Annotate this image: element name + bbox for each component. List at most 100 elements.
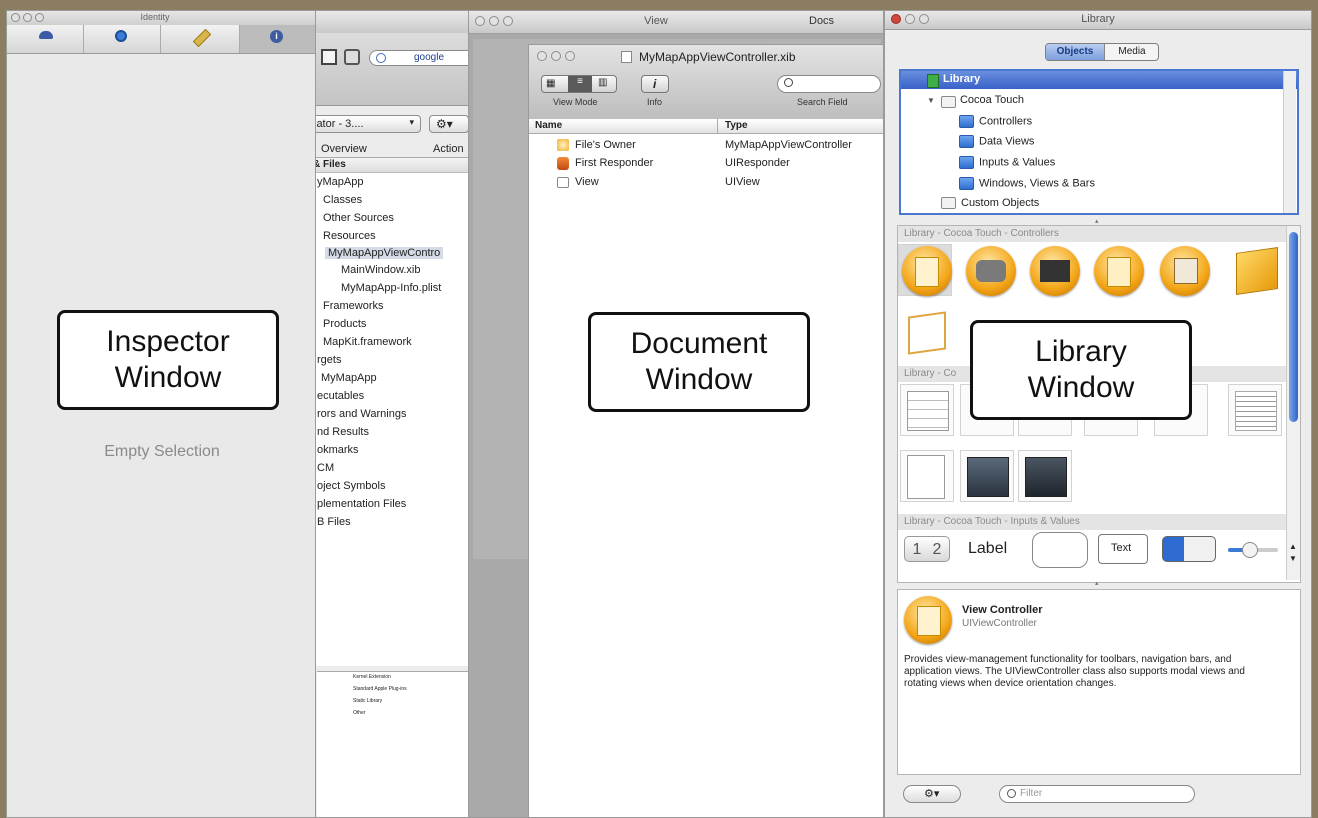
switch-sample[interactable]: [1162, 536, 1216, 562]
tree-item[interactable]: okmarks: [317, 444, 359, 456]
template-item[interactable]: Kernel Extension: [353, 674, 391, 680]
row-name: View: [575, 176, 599, 188]
table-row[interactable]: View UIView: [529, 175, 883, 193]
build-and-go-icon[interactable]: [344, 49, 360, 65]
docs-label[interactable]: Docs: [809, 15, 834, 27]
name-column-header[interactable]: Name: [535, 120, 562, 131]
close-icon[interactable]: [537, 51, 547, 61]
outline-item-label: Custom Objects: [961, 197, 1040, 209]
outline-item-label: Data Views: [979, 135, 1035, 148]
tab-media[interactable]: Media: [1104, 44, 1158, 60]
tree-item[interactable]: yMapApp: [317, 176, 363, 188]
info-button[interactable]: i: [641, 75, 669, 93]
icon-view-icon[interactable]: ▦: [546, 78, 555, 89]
minimize-icon[interactable]: [551, 51, 561, 61]
tree-item[interactable]: MyMapApp-Info.plist: [341, 282, 441, 294]
action-label: Action: [433, 143, 464, 155]
splitter-handle[interactable]: ▴: [1095, 217, 1099, 225]
row-type: MyMapAppViewController: [725, 139, 852, 151]
slider-sample[interactable]: [1228, 542, 1278, 558]
column-divider: [717, 119, 718, 133]
object-cube-icon[interactable]: [1236, 247, 1278, 295]
tree-item[interactable]: oject Symbols: [317, 480, 385, 492]
document-title: MyMapAppViewController.xib: [639, 50, 796, 64]
segment-two: 2: [932, 541, 942, 558]
type-column-header[interactable]: Type: [725, 120, 748, 131]
splitter-handle[interactable]: ▴: [1095, 579, 1099, 587]
view-mode-control[interactable]: ▦ ≡ ▥: [541, 75, 617, 93]
scroll-down-arrow[interactable]: ▼: [1289, 554, 1297, 563]
outline-item-label: Cocoa Touch: [959, 94, 1024, 106]
outline-item-custom-objects[interactable]: Custom Objects: [941, 197, 1040, 210]
tree-item[interactable]: Classes: [323, 194, 362, 206]
segmented-control-sample[interactable]: 1 2: [904, 536, 950, 562]
tree-item[interactable]: Resources: [323, 230, 376, 242]
library-filter-field[interactable]: Filter: [999, 785, 1195, 803]
text-view-tile[interactable]: [1228, 384, 1282, 436]
tree-item[interactable]: MainWindow.xib: [341, 264, 420, 276]
tree-item[interactable]: rgets: [317, 354, 341, 366]
list-view-icon[interactable]: ≡: [568, 76, 592, 92]
document-window-callout: Document Window: [588, 312, 810, 412]
tree-item[interactable]: nd Results: [317, 426, 369, 438]
text-field-sample[interactable]: Text: [1098, 534, 1148, 564]
tab-objects[interactable]: Objects: [1046, 44, 1104, 60]
tree-item[interactable]: plementation Files: [317, 498, 406, 510]
outline-item-data-views[interactable]: Data Views: [959, 135, 1034, 148]
overview-label: Overview: [321, 143, 367, 155]
round-rect-button-sample[interactable]: [1032, 532, 1088, 568]
document-search-field[interactable]: [777, 75, 881, 93]
outline-item-windows-views-bars[interactable]: Windows, Views & Bars: [959, 177, 1095, 190]
table-row[interactable]: File's Owner MyMapAppViewController: [529, 138, 883, 156]
library-book-icon: [927, 74, 939, 88]
outline-item-controllers[interactable]: Controllers: [959, 115, 1032, 128]
tree-item[interactable]: MyMapApp: [321, 372, 377, 384]
empty-selection-label: Empty Selection: [104, 443, 220, 460]
blue-folder-icon: [959, 135, 974, 148]
row-name: First Responder: [575, 157, 654, 169]
tree-item[interactable]: Frameworks: [323, 300, 384, 312]
column-view-icon[interactable]: ▥: [598, 77, 607, 88]
active-sdk-dropdown[interactable]: lator - 3.... ▾: [307, 115, 421, 133]
outline-scrollbar[interactable]: [1283, 71, 1296, 213]
action-menu-button[interactable]: ⚙▾: [429, 115, 469, 133]
build-icon[interactable]: [321, 49, 337, 65]
outline-item-inputs-values[interactable]: Inputs & Values: [959, 156, 1055, 169]
outline-item-cocoa-touch[interactable]: ▼ Cocoa Touch: [927, 94, 1024, 108]
objects-scrollbar[interactable]: ▲ ▼: [1286, 226, 1300, 580]
external-object-cube-icon[interactable]: [908, 311, 946, 355]
tree-item[interactable]: Products: [323, 318, 366, 330]
toolbar-tile[interactable]: [1018, 450, 1072, 502]
scroll-up-arrow[interactable]: ▲: [1289, 542, 1297, 551]
table-view-tile[interactable]: [900, 384, 954, 436]
navigation-bar-tile[interactable]: [960, 450, 1014, 502]
segment-one: 1: [912, 541, 922, 558]
template-item[interactable]: Standard Apple Plug-ins: [353, 686, 407, 692]
scroll-thumb[interactable]: [1289, 232, 1298, 422]
disclosure-triangle-icon[interactable]: ▼: [927, 96, 935, 105]
tree-item-selected[interactable]: MyMapAppViewContro: [325, 247, 444, 259]
tab-attributes[interactable]: [7, 25, 84, 53]
tree-item[interactable]: Other Sources: [323, 212, 394, 224]
tab-connections[interactable]: [84, 25, 161, 53]
tree-item[interactable]: & Files: [313, 159, 346, 170]
label-sample[interactable]: Label: [968, 540, 1007, 558]
view-mode-label: View Mode: [553, 97, 598, 107]
zoom-icon[interactable]: [565, 51, 575, 61]
attributes-icon: [39, 31, 53, 39]
template-item[interactable]: Other: [353, 710, 366, 716]
files-owner-icon: [557, 139, 569, 151]
tree-item[interactable]: ecutables: [317, 390, 364, 402]
tab-identity[interactable]: i: [240, 25, 315, 53]
template-item[interactable]: Static Library: [353, 698, 382, 704]
tree-item[interactable]: MapKit.framework: [323, 336, 412, 348]
tree-item[interactable]: B Files: [317, 516, 351, 528]
detail-class: UIViewController: [962, 618, 1037, 629]
tree-item[interactable]: rors and Warnings: [317, 408, 406, 420]
outline-row-selected[interactable]: Library: [901, 71, 1297, 89]
table-row[interactable]: First Responder UIResponder: [529, 156, 883, 174]
view-tile[interactable]: [900, 450, 954, 502]
tab-size[interactable]: [161, 25, 240, 53]
library-action-button[interactable]: ⚙▾: [903, 785, 961, 803]
tree-item[interactable]: CM: [317, 462, 334, 474]
